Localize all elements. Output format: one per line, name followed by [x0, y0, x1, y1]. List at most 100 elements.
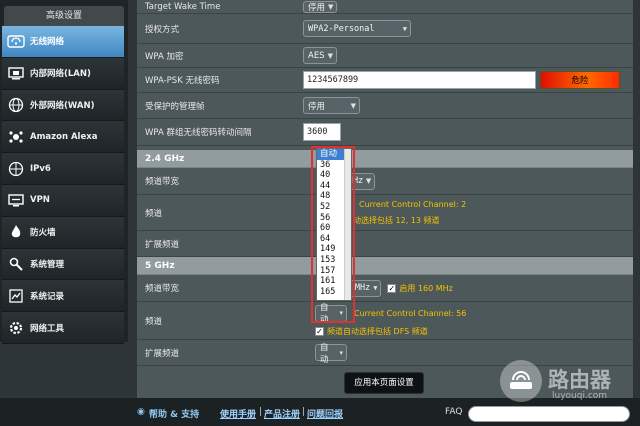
dfs-note: 频道自动选择包括 DFS 频道 — [327, 326, 428, 336]
admin-icon — [7, 255, 25, 273]
current-channel-5: Current Control Channel: 56 — [354, 308, 467, 318]
auth-method-select[interactable]: WPA2-Personal ▼ — [303, 20, 411, 37]
enable-160-label: 启用 160 MHz — [399, 283, 453, 293]
protected-mgmt-select[interactable]: 停用 ▼ — [303, 97, 360, 114]
settings-panel: Target Wake Time 停用 ▼ 授权方式 WPA2-Personal… — [137, 0, 633, 398]
sidebar-item-log[interactable]: 系统记录 — [2, 280, 124, 313]
ext-channel-5-select[interactable]: 自动 ▾ — [315, 343, 347, 365]
dfs-checkbox[interactable]: ✓ — [315, 326, 324, 336]
manual-link[interactable]: 使用手册 — [220, 407, 256, 420]
chevron-down-icon: ▼ — [327, 51, 333, 60]
firewall-icon — [7, 223, 25, 241]
footer-separator: | — [302, 407, 306, 417]
sidebar-item-label: 外部网络(WAN) — [30, 100, 95, 111]
wifi-icon — [7, 32, 25, 50]
sidebar-item-admin[interactable]: 系统管理 — [2, 248, 124, 281]
watermark-title: 路由器 — [548, 368, 611, 392]
annotation-highlight-box — [311, 146, 355, 323]
chevron-down-icon: ▼ — [365, 177, 372, 185]
help-icon: ◉ — [137, 407, 145, 417]
chevron-down-icon: ▼ — [350, 101, 356, 110]
sidebar-item-firewall[interactable]: 防火墙 — [2, 216, 124, 249]
chevron-down-icon: ▾ — [339, 348, 343, 357]
wpa-psk-row: WPA-PSK 无线密码 1234567899 危险 — [137, 68, 633, 93]
watermark-subtitle: luyouqi.com — [552, 391, 608, 401]
globe-icon — [7, 96, 25, 114]
sidebar-item-label: Amazon Alexa — [30, 131, 98, 142]
sidebar-item-label: 防火墙 — [30, 228, 56, 239]
bandwidth-5-label: 频道带宽 — [145, 284, 180, 294]
channel-24-row: 频道 Current Control Channel: 2 动选择包括 12, … — [137, 195, 633, 231]
wpa-encryption-value: AES — [308, 50, 325, 61]
wpa-encryption-select[interactable]: AES ▼ — [303, 47, 337, 64]
log-icon — [7, 287, 25, 305]
auth-method-row: 授权方式 WPA2-Personal ▼ — [137, 14, 633, 44]
alexa-icon — [7, 128, 25, 146]
current-channel-24: Current Control Channel: 2 — [359, 199, 467, 209]
auth-method-value: WPA2-Personal — [308, 23, 375, 34]
auth-method-label: 授权方式 — [145, 24, 180, 35]
bandwidth-5-row: 频道带宽 80/160 MHz ▼ ✓ 启用 160 MHz — [137, 275, 633, 302]
section-2-4ghz: 2.4 GHz — [137, 150, 633, 168]
feedback-link[interactable]: 问题回报 — [307, 407, 343, 420]
sidebar-item-label: 内部网络(LAN) — [30, 69, 91, 80]
protected-mgmt-label: 受保护的管理帧 — [145, 101, 205, 112]
channel-24-label: 频道 — [145, 208, 163, 219]
ipv6-icon — [7, 160, 25, 178]
section-5ghz: 5 GHz — [137, 257, 633, 275]
target-wake-time-value: 停用 — [308, 2, 326, 13]
channel-5-label: 频道 — [145, 316, 163, 327]
password-strength-bar: 危险 — [540, 71, 620, 89]
sidebar-item-label: 网络工具 — [30, 323, 65, 334]
ext-channel-5-value: 自动 — [320, 342, 329, 365]
group-key-input[interactable]: 3600 — [303, 123, 341, 141]
sidebar-item-wan[interactable]: 外部网络(WAN) — [2, 89, 124, 122]
sidebar-item-tools[interactable]: 网络工具 — [2, 312, 124, 344]
bandwidth-24-label: 频道带宽 — [145, 177, 180, 187]
bandwidth-24-row: 频道带宽 Hz ▼ — [137, 168, 633, 195]
sidebar-item-vpn[interactable]: VPN — [2, 184, 124, 217]
sidebar-item-ipv6[interactable]: IPv6 — [2, 153, 124, 185]
protected-mgmt-value: 停用 — [308, 101, 326, 112]
vpn-icon — [7, 191, 25, 209]
auto-channel-note-24: 动选择包括 12, 13 频道 — [353, 215, 440, 225]
sidebar-item-lan[interactable]: 内部网络(LAN) — [2, 57, 124, 90]
wpa-encryption-label: WPA 加密 — [145, 51, 184, 62]
protected-mgmt-row: 受保护的管理帧 停用 ▼ — [137, 93, 633, 119]
sidebar-item-label: 系统管理 — [30, 259, 65, 270]
wpa-psk-input[interactable]: 1234567899 — [303, 71, 536, 89]
sidebar-header: 高级设置 — [4, 6, 124, 26]
ext-channel-24-row: 扩展频道 — [137, 231, 633, 257]
target-wake-time-row: Target Wake Time 停用 ▼ — [137, 0, 633, 14]
target-wake-time-select[interactable]: 停用 ▼ — [303, 0, 338, 13]
sidebar: 高级设置 无线网络 内部网络(LAN) 外部网络(WAN) Amazon Ale… — [0, 0, 128, 344]
sidebar-item-wireless[interactable]: 无线网络 — [2, 26, 124, 58]
sidebar-item-label: 系统记录 — [30, 291, 65, 302]
sidebar-nav: 无线网络 内部网络(LAN) 外部网络(WAN) Amazon Alexa IP… — [2, 26, 124, 344]
chevron-down-icon: ▼ — [328, 2, 334, 11]
group-key-row: WPA 群组无线密码转动间隔 3600 — [137, 119, 633, 146]
tools-icon — [7, 319, 25, 337]
wpa-psk-label: WPA-PSK 无线密码 — [145, 76, 220, 86]
ext-channel-5-label: 扩展频道 — [145, 348, 180, 359]
help-support-link[interactable]: 帮助 & 支持 — [149, 407, 199, 420]
channel-5-row: 频道 自动 ▾ Current Control Channel: 56 ✓ 频道… — [137, 302, 633, 340]
wpa-encryption-row: WPA 加密 AES ▼ — [137, 44, 633, 68]
register-link[interactable]: 产品注册 — [264, 407, 300, 420]
footer-separator: | — [259, 407, 263, 417]
sidebar-item-label: 无线网络 — [30, 37, 65, 48]
lan-icon — [7, 64, 25, 82]
group-key-label: WPA 群组无线密码转动间隔 — [145, 128, 252, 138]
sidebar-item-label: IPv6 — [30, 163, 51, 174]
watermark: 路由器 luyouqi.com — [500, 360, 640, 410]
ext-channel-24-label: 扩展频道 — [145, 239, 180, 250]
sidebar-item-alexa[interactable]: Amazon Alexa — [2, 121, 124, 154]
router-logo-icon — [500, 360, 542, 402]
target-wake-time-label: Target Wake Time — [145, 1, 221, 12]
chevron-down-icon: ▼ — [373, 284, 378, 292]
enable-160-checkbox[interactable]: ✓ — [387, 283, 397, 293]
chevron-down-icon: ▼ — [402, 24, 407, 33]
apply-button[interactable]: 应用本页面设置 — [344, 372, 424, 394]
faq-label: FAQ — [445, 407, 463, 417]
sidebar-item-label: VPN — [30, 195, 50, 206]
